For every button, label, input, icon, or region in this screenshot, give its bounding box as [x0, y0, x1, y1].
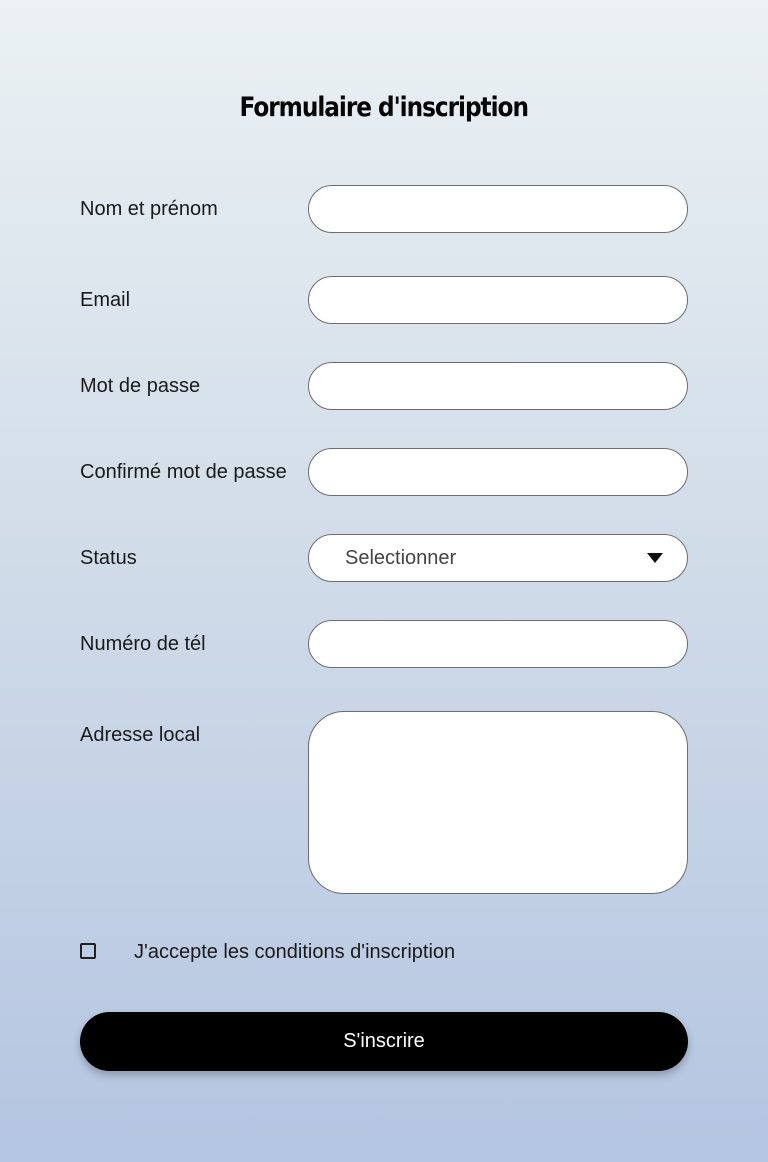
terms-label: J'accepte les conditions d'inscription: [134, 941, 456, 963]
address-textarea[interactable]: [308, 711, 688, 894]
fullname-label: Nom et prénom: [80, 198, 218, 220]
status-label: Status: [80, 547, 137, 569]
terms-checkbox[interactable]: [80, 943, 96, 959]
status-selected-value: Selectionner: [345, 546, 457, 569]
password-input[interactable]: [308, 362, 688, 410]
email-label: Email: [80, 289, 131, 311]
confirm-password-input[interactable]: [308, 448, 688, 496]
phone-label: Numéro de tél: [80, 633, 206, 655]
address-label: Adresse local: [80, 724, 201, 746]
confirm-password-label: Confirmé mot de passe: [80, 461, 287, 483]
status-select[interactable]: Selectionner: [308, 534, 688, 582]
submit-button[interactable]: S'inscrire: [80, 1012, 688, 1071]
page-title: Formulaire d'inscription: [239, 92, 529, 123]
fullname-input[interactable]: [308, 185, 688, 233]
phone-input[interactable]: [308, 620, 688, 668]
email-input[interactable]: [308, 276, 688, 324]
password-label: Mot de passe: [80, 375, 201, 397]
caret-down-icon: [647, 553, 663, 563]
